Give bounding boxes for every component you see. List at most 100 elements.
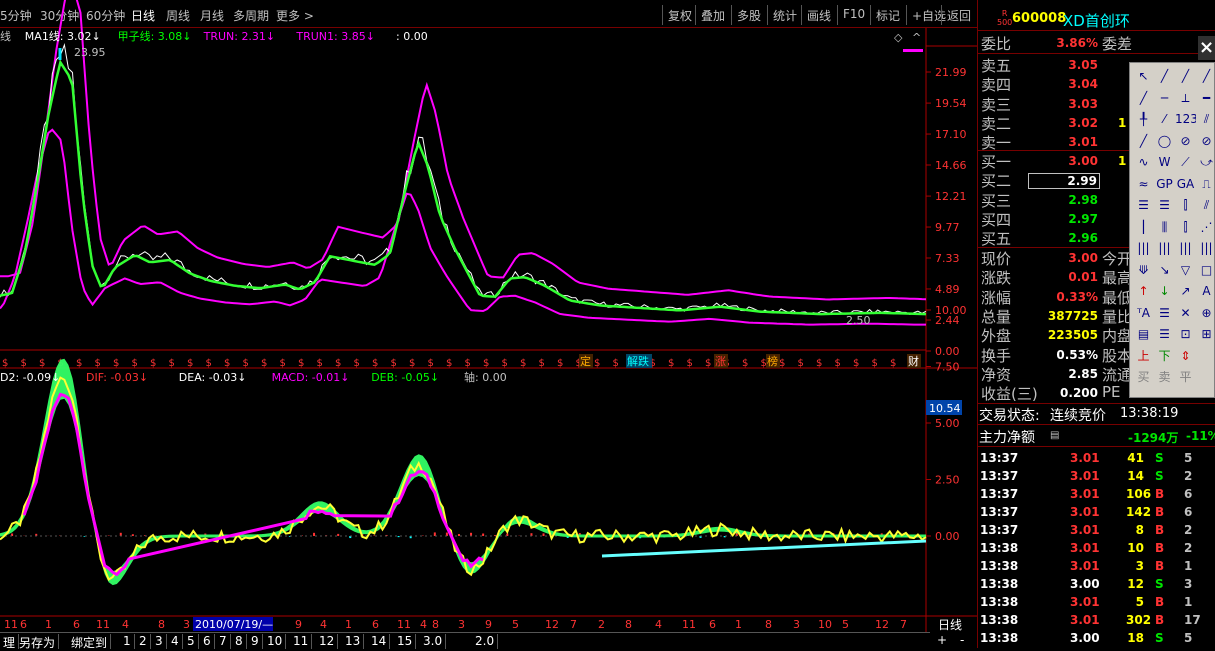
bottom-button[interactable]: 10	[264, 634, 287, 649]
legend-item: DEB: -0.05↓	[371, 371, 439, 384]
drawing-tool-icon[interactable]: ⎮	[1133, 217, 1154, 239]
drawing-tool-icon[interactable]: □	[1196, 260, 1215, 282]
tick-side: B	[1155, 523, 1165, 537]
drawing-tool-icon[interactable]: ↖	[1133, 66, 1154, 88]
bottom-button[interactable]: 15	[394, 634, 417, 649]
drawing-tool-icon[interactable]: ╱	[1196, 66, 1215, 88]
dividend-icon: $	[853, 358, 859, 369]
drawing-tool-icon[interactable]: ↘	[1154, 260, 1175, 282]
drawing-tool-icon[interactable]: |||	[1196, 238, 1215, 260]
drawing-tool-icon[interactable]: ▤	[1133, 324, 1154, 346]
drawing-tool-icon[interactable]: 卖	[1154, 367, 1175, 389]
drawing-tool-icon[interactable]	[1196, 367, 1215, 389]
bottom-button[interactable]: 3	[152, 634, 167, 649]
chevron-up-icon[interactable]: ^	[912, 31, 921, 44]
drawing-tool-icon[interactable]: ∿	[1133, 152, 1154, 174]
drawing-tool-icon[interactable]: ⟂	[1175, 88, 1196, 110]
drawing-tool-icon[interactable]: 123	[1175, 109, 1196, 131]
drawing-tool-icon[interactable]: ─	[1154, 88, 1175, 110]
drawing-tool-icon[interactable]: ◯	[1154, 131, 1175, 153]
drawing-tool-icon[interactable]: ⊞	[1196, 324, 1215, 346]
drawing-tool-icon[interactable]: 平	[1175, 367, 1196, 389]
main-force-label[interactable]: 主力净额	[979, 427, 1035, 447]
drawing-tool-icon[interactable]: GA	[1175, 174, 1196, 196]
dividend-icon: $	[835, 358, 841, 369]
zoom-out-button[interactable]: -	[960, 633, 964, 647]
bottom-button[interactable]: 1	[120, 634, 135, 649]
drawing-tool-icon[interactable]: ᵀA	[1133, 303, 1154, 325]
tick-side: B	[1155, 541, 1165, 555]
drawing-tool-icon[interactable]: ⊘	[1196, 131, 1215, 153]
drawing-tool-icon[interactable]: ✕	[1175, 303, 1196, 325]
bottom-button[interactable]: 12	[316, 634, 339, 649]
tick-row: 13:38 3.00 12 S 3	[978, 575, 1215, 593]
diamond-icon[interactable]: ◇	[894, 31, 903, 44]
drawing-tool-icon[interactable]: ↓	[1154, 281, 1175, 303]
menu-icon[interactable]: ▤	[1050, 430, 1059, 441]
drawing-tool-icon[interactable]: ▽	[1175, 260, 1196, 282]
bottom-button[interactable]: 2.0	[472, 634, 499, 649]
drawing-tool-icon[interactable]: ╀	[1133, 109, 1154, 131]
drawing-tool-icon[interactable]: ⁄	[1154, 109, 1175, 131]
bottom-button[interactable]: 11	[290, 634, 313, 649]
drawing-tool-icon[interactable]: ≈	[1133, 174, 1154, 196]
drawing-tool-icon[interactable]: ☰	[1154, 303, 1175, 325]
drawing-tool-icon[interactable]: 买	[1133, 367, 1154, 389]
drawing-tool-icon[interactable]: ☰	[1154, 324, 1175, 346]
drawing-tool-icon[interactable]: ⊕	[1196, 303, 1215, 325]
drawing-tool-icon[interactable]: ⇕	[1175, 346, 1196, 368]
period-label[interactable]: 日线	[938, 618, 962, 632]
drawing-tool-icon[interactable]: ⟋	[1175, 152, 1196, 174]
drawing-tool-icon[interactable]: ⫽	[1196, 109, 1215, 131]
tick-time: 13:38	[980, 613, 1019, 627]
drawing-tool-icon[interactable]: |||	[1175, 238, 1196, 260]
bottom-button[interactable]: 另存为	[16, 634, 60, 650]
bottom-button[interactable]: 2	[136, 634, 151, 649]
drawing-tool-icon[interactable]: ↑	[1133, 281, 1154, 303]
drawing-tool-icon[interactable]: ╱	[1133, 131, 1154, 153]
dividend-icon: $	[335, 358, 341, 369]
drawing-tool-icon[interactable]: ⋰	[1196, 217, 1215, 239]
bottom-button[interactable]: 绑定到	[68, 634, 112, 650]
drawing-tool-icon[interactable]: ⟱	[1133, 260, 1154, 282]
close-icon[interactable]: ×	[1198, 36, 1215, 60]
drawing-tool-icon[interactable]: ⊡	[1175, 324, 1196, 346]
drawing-tool-icon[interactable]: ╱	[1175, 66, 1196, 88]
drawing-tool-icon[interactable]: ☰	[1133, 195, 1154, 217]
drawing-tool-icon[interactable]: ⎍	[1196, 174, 1215, 196]
drawing-tool-icon[interactable]: ⊘	[1175, 131, 1196, 153]
drawing-tool-icon[interactable]: ━	[1196, 88, 1215, 110]
main-force-pct: -11%	[1186, 429, 1215, 443]
drawing-tool-icon[interactable]: 上	[1133, 346, 1154, 368]
drawing-tool-icon[interactable]	[1196, 346, 1215, 368]
buys-label: 买二	[981, 172, 1012, 191]
drawing-tool-icon[interactable]: ⤻	[1196, 152, 1215, 174]
drawing-tool-icon[interactable]: |||	[1133, 238, 1154, 260]
sub-y-tick: 5.00	[935, 417, 960, 430]
drawing-tool-icon[interactable]: ⫼	[1154, 217, 1175, 239]
zoom-in-button[interactable]: +	[937, 633, 947, 647]
bottom-button[interactable]: 14	[368, 634, 391, 649]
bottom-button[interactable]: 7	[216, 634, 231, 649]
drawing-tool-icon[interactable]: ╱	[1133, 88, 1154, 110]
bottom-button[interactable]: 6	[200, 634, 215, 649]
drawing-tool-icon[interactable]: ↗	[1175, 281, 1196, 303]
drawing-tool-icon[interactable]: 下	[1154, 346, 1175, 368]
bottom-button[interactable]: 5	[184, 634, 199, 649]
drawing-tool-icon[interactable]: GP	[1154, 174, 1175, 196]
drawing-tool-icon[interactable]: ⫿	[1175, 217, 1196, 239]
drawing-tool-icon[interactable]: ⫽	[1196, 195, 1215, 217]
drawing-tool-icon[interactable]: A	[1196, 281, 1215, 303]
drawing-tool-icon[interactable]: ⫿	[1175, 195, 1196, 217]
bottom-button[interactable]: 4	[168, 634, 183, 649]
drawing-tool-icon[interactable]: W	[1154, 152, 1175, 174]
drawing-tool-icon[interactable]: |||	[1154, 238, 1175, 260]
dividend-icon: $	[372, 358, 378, 369]
bottom-button[interactable]: 3.0	[420, 634, 447, 649]
drawing-tool-icon[interactable]: ╱	[1154, 66, 1175, 88]
bottom-button[interactable]: 9	[248, 634, 263, 649]
bottom-button[interactable]: 8	[232, 634, 247, 649]
bottom-button[interactable]: 13	[342, 634, 365, 649]
chart-area[interactable]: 21.9919.5417.1014.6612.219.777.334.892.4…	[0, 0, 977, 632]
drawing-tool-icon[interactable]: ☰	[1154, 195, 1175, 217]
